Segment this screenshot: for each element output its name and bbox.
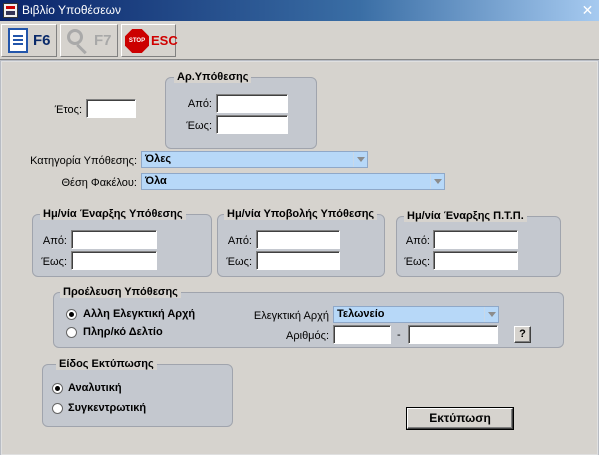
number-input-2[interactable] bbox=[408, 325, 498, 344]
number-label: Αριθμός: bbox=[286, 330, 329, 342]
category-select[interactable]: Όλες bbox=[141, 151, 368, 168]
magnifier-icon bbox=[67, 29, 83, 45]
category-label: Κατηγορία Υπόθεσης: bbox=[30, 155, 137, 167]
authority-value: Τελωνείο bbox=[337, 308, 385, 320]
origin-info-sheet-label: Πληρ/κό Δελτίο bbox=[83, 326, 163, 338]
form-panel: Έτος: Αρ.Υπόθεσης Από: Έως: Κατηγορία Υπ… bbox=[1, 61, 598, 455]
number-input-1[interactable] bbox=[333, 325, 391, 344]
print-summary-label: Συγκεντρωτική bbox=[68, 402, 147, 414]
number-separator: - bbox=[397, 329, 401, 341]
submit-from-input[interactable] bbox=[256, 230, 340, 249]
ptp-from-input[interactable] bbox=[433, 230, 518, 249]
year-label: Έτος: bbox=[54, 104, 82, 116]
submit-from-label: Από: bbox=[227, 235, 252, 247]
folder-select[interactable]: Όλα bbox=[141, 173, 445, 190]
authority-select[interactable]: Τελωνείο bbox=[333, 306, 499, 323]
authority-label: Ελεγκτική Αρχή bbox=[253, 310, 329, 322]
folder-label: Θέση Φακέλου: bbox=[61, 177, 138, 189]
ptp-from-label: Από: bbox=[405, 235, 430, 247]
case-from-input[interactable] bbox=[216, 94, 288, 113]
esc-exit-button[interactable]: STOP ESC bbox=[121, 24, 178, 57]
origin-other-authority-label: Αλλη Ελεγκτική Αρχή bbox=[83, 308, 196, 320]
start-to-label: Έως: bbox=[41, 256, 67, 268]
help-button[interactable]: ? bbox=[514, 326, 531, 343]
submit-to-label: Έως: bbox=[226, 256, 252, 268]
f7-search-button[interactable]: F7 bbox=[60, 24, 118, 57]
print-button[interactable]: Εκτύπωση bbox=[406, 407, 514, 430]
start-to-input[interactable] bbox=[71, 251, 157, 270]
esc-label: ESC bbox=[151, 33, 178, 48]
window-title: Βιβλίο Υποθέσεων bbox=[22, 3, 121, 17]
origin-other-authority-radio[interactable] bbox=[66, 309, 77, 320]
chevron-down-icon[interactable] bbox=[353, 152, 367, 167]
case-to-label: Έως: bbox=[186, 120, 212, 132]
print-summary-radio[interactable] bbox=[52, 403, 63, 414]
origin-info-sheet-radio[interactable] bbox=[66, 327, 77, 338]
origin-title: Προέλευση Υπόθεσης bbox=[60, 286, 181, 298]
folder-value: Όλα bbox=[145, 175, 167, 187]
ptp-to-input[interactable] bbox=[433, 251, 518, 270]
new-document-icon bbox=[8, 28, 28, 53]
toolbar: F6 F7 STOP ESC bbox=[0, 21, 599, 60]
start-date-title: Ημ/νία Έναρξης Υπόθεσης bbox=[40, 208, 186, 220]
f6-label: F6 bbox=[33, 32, 51, 49]
f6-new-button[interactable]: F6 bbox=[1, 24, 57, 57]
start-from-label: Από: bbox=[42, 235, 67, 247]
stop-sign-icon: STOP bbox=[125, 29, 149, 53]
case-to-input[interactable] bbox=[216, 115, 288, 134]
chevron-down-icon[interactable] bbox=[430, 174, 444, 189]
start-from-input[interactable] bbox=[71, 230, 157, 249]
print-analytic-radio[interactable] bbox=[52, 383, 63, 394]
submit-to-input[interactable] bbox=[256, 251, 340, 270]
category-value: Όλες bbox=[145, 153, 172, 165]
close-icon[interactable]: ✕ bbox=[580, 3, 595, 18]
app-icon bbox=[3, 3, 18, 18]
ptp-date-title: Ημ/νία Έναρξης Π.Τ.Π. bbox=[404, 210, 527, 222]
magnifier-handle bbox=[76, 43, 87, 55]
chevron-down-icon[interactable] bbox=[484, 307, 498, 322]
title-bar: Βιβλίο Υποθέσεων ✕ bbox=[0, 0, 599, 21]
f7-label: F7 bbox=[94, 32, 112, 49]
case-number-title: Αρ.Υπόθεσης bbox=[174, 71, 252, 83]
print-type-title: Είδος Εκτύπωσης bbox=[56, 358, 157, 370]
case-number-group bbox=[165, 77, 317, 149]
year-input[interactable] bbox=[86, 99, 136, 118]
submit-date-title: Ημ/νία Υποβολής Υπόθεσης bbox=[224, 208, 378, 220]
case-from-label: Από: bbox=[187, 98, 212, 110]
ptp-to-label: Έως: bbox=[404, 256, 430, 268]
print-type-group bbox=[42, 364, 233, 427]
print-analytic-label: Αναλυτική bbox=[68, 382, 122, 394]
